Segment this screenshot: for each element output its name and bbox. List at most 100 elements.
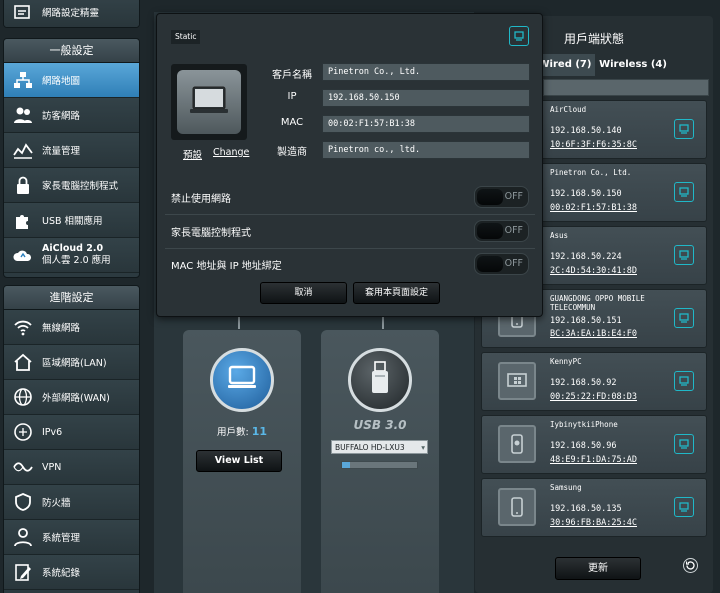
usb-card: USB 3.0 BUFFALO HD-LXU3 ▾	[321, 330, 439, 593]
client-mac[interactable]: 00:02:F1:57:B1:38	[550, 203, 637, 213]
sidebar-item-label: VPN	[42, 461, 62, 473]
divider	[165, 248, 535, 249]
sidebar-item-system-log[interactable]: 系統紀錄	[4, 555, 139, 590]
refresh-arrow-icon[interactable]	[683, 558, 698, 573]
sidebar-item-label: 訪客網路	[42, 111, 81, 122]
client-mac[interactable]: 00:25:22:FD:08:D3	[550, 392, 637, 402]
usb-device-select[interactable]: BUFFALO HD-LXU3 ▾	[331, 440, 428, 454]
client-ip: 192.168.50.140	[550, 126, 622, 136]
network-device-icon[interactable]	[674, 497, 694, 517]
sidebar-item-label: USB 相關應用	[42, 216, 103, 227]
wizard-icon	[12, 1, 34, 23]
sidebar-item-ipv6[interactable]: IPv6	[4, 415, 139, 450]
network-device-icon[interactable]	[509, 26, 529, 46]
sidebar-item-label-group: AiCloud 2.0 個人雲 2.0 應用	[42, 243, 111, 267]
network-device-icon[interactable]	[674, 182, 694, 202]
client-mac[interactable]: 10:6F:3F:F6:35:8C	[550, 140, 637, 150]
default-link[interactable]: 預設	[183, 147, 202, 161]
usb-circle[interactable]	[348, 348, 412, 412]
change-link[interactable]: Change	[213, 147, 249, 158]
sidebar-item-label: 區域網路(LAN)	[42, 358, 107, 369]
sidebar-advanced-header: 進階設定	[4, 286, 139, 310]
sidebar-item-quick-setup[interactable]: 網路設定精靈	[4, 0, 139, 27]
vendor-label: 製造商	[277, 147, 307, 158]
firewall-shield-icon	[12, 491, 34, 513]
sidebar-item-aicloud[interactable]: AiCloud 2.0 個人雲 2.0 應用	[4, 238, 139, 273]
ip-field[interactable]: 192.168.50.150	[322, 89, 530, 107]
tab-wireless-label: Wireless (4)	[599, 59, 667, 70]
view-list-button[interactable]: View List	[196, 450, 282, 472]
client-mac[interactable]: BC:3A:EA:1B:E4:F0	[550, 329, 637, 339]
network-device-icon[interactable]	[674, 434, 694, 454]
client-mac[interactable]: 30:96:FB:BA:25:4C	[550, 518, 637, 528]
laptop-icon	[187, 84, 231, 120]
toggle-state: OFF	[504, 225, 523, 236]
toggle-label: 家長電腦控制程式	[171, 228, 251, 239]
client-name: GUANGDONG OPPO MOBILE TELECOMMUN	[550, 294, 645, 312]
toggle-knob	[477, 256, 503, 272]
aicloud-icon	[12, 244, 34, 266]
usb-usage-bar	[341, 461, 418, 469]
sidebar-advanced-block: 進階設定 無線網路區域網路(LAN) 外部網路(WAN) IPv6 VPN 防火牆系統管…	[3, 285, 140, 593]
sidebar-item-label: AiCloud 2.0	[42, 243, 104, 254]
network-device-icon[interactable]	[674, 119, 694, 139]
sidebar-item-firewall-shield[interactable]: 防火牆	[4, 485, 139, 520]
admin-user-icon	[12, 526, 34, 548]
client-edit-dialog: Static 預設 Change 客戶名稱 IP MAC 製造商 Pinetro…	[156, 13, 543, 317]
client-mac[interactable]: 48:E9:F1:DA:75:AD	[550, 455, 637, 465]
tab-wireless[interactable]: Wireless (4)	[597, 54, 669, 76]
sidebar-item-wan-globe[interactable]: 外部網路(WAN)	[4, 380, 139, 415]
clients-label: 用戶數:	[216, 427, 249, 438]
client-ip: 192.168.50.92	[550, 378, 617, 388]
sidebar-item-wireless[interactable]: 無線網路	[4, 310, 139, 345]
ip-label: IP	[287, 91, 297, 102]
client-filter-input[interactable]	[543, 79, 709, 96]
sidebar-item-label: 網路設定精靈	[42, 8, 100, 19]
client-name: AirCloud	[550, 105, 587, 114]
mac-label: MAC	[280, 117, 304, 128]
toggle-knob	[477, 223, 503, 239]
toggle-switch[interactable]: OFF	[474, 186, 529, 208]
vendor-field: Pinetron co., ltd.	[322, 141, 530, 159]
usb-puzzle-icon	[12, 209, 34, 231]
apply-button[interactable]: 套用本頁面設定	[353, 282, 440, 304]
cancel-button[interactable]: 取消	[260, 282, 347, 304]
router-admin-page: 網路設定精靈 一般設定 網路地圖 訪客網路 流量管理 家長電腦控制程式 USB 相關應用…	[0, 0, 720, 593]
clients-count: 11	[251, 425, 268, 438]
device-image[interactable]	[177, 70, 241, 134]
vpn-icon	[12, 456, 34, 478]
sidebar-item-label: 無線網路	[42, 323, 81, 334]
sidebar-item-guest-network[interactable]: 訪客網路	[4, 98, 139, 133]
lan-house-icon	[12, 351, 34, 373]
client-card[interactable]: KennyPC 192.168.50.92 00:25:22:FD:08:D3	[481, 352, 707, 411]
sidebar-item-label: 防火牆	[42, 498, 71, 509]
apple-phone-icon	[498, 425, 536, 463]
network-device-icon[interactable]	[674, 245, 694, 265]
refresh-button[interactable]: 更新	[555, 557, 641, 580]
sidebar-item-lan-house[interactable]: 區域網路(LAN)	[4, 345, 139, 380]
monitor-icon	[227, 365, 257, 395]
sidebar-item-traffic-manager[interactable]: 流量管理	[4, 133, 139, 168]
client-card[interactable]: IybinytkiiPhone 192.168.50.96 48:E9:F1:DA:…	[481, 415, 707, 474]
guest-network-icon	[12, 104, 34, 126]
windows-pc-icon	[498, 362, 536, 400]
network-device-icon[interactable]	[674, 371, 694, 391]
sidebar-item-vpn[interactable]: VPN	[4, 450, 139, 485]
sidebar-item-network-map[interactable]: 網路地圖	[4, 63, 139, 98]
sidebar-item-parental-control[interactable]: 家長電腦控制程式	[4, 168, 139, 203]
client-name: Samsung	[550, 483, 582, 492]
client-card[interactable]: Samsung 192.168.50.135 30:96:FB:BA:25:4C	[481, 478, 707, 537]
client-ip: 192.168.50.224	[550, 252, 622, 262]
sidebar-item-usb-puzzle[interactable]: USB 相關應用	[4, 203, 139, 238]
client-name-field[interactable]: Pinetron Co., Ltd.	[322, 63, 530, 81]
client-mac[interactable]: 2C:4D:54:30:41:8D	[550, 266, 637, 276]
network-device-icon[interactable]	[674, 308, 694, 328]
usb-version-label: USB 3.0	[353, 418, 407, 432]
sidebar-item-admin-user[interactable]: 系統管理	[4, 520, 139, 555]
toggle-switch[interactable]: OFF	[474, 253, 529, 275]
toggle-switch[interactable]: OFF	[474, 220, 529, 242]
tab-wired[interactable]: Wired (7)	[535, 54, 595, 76]
client-name: IybinytkiiPhone	[550, 420, 618, 429]
toggle-label: MAC 地址與 IP 地址綁定	[171, 261, 282, 272]
clients-circle[interactable]	[210, 348, 274, 412]
